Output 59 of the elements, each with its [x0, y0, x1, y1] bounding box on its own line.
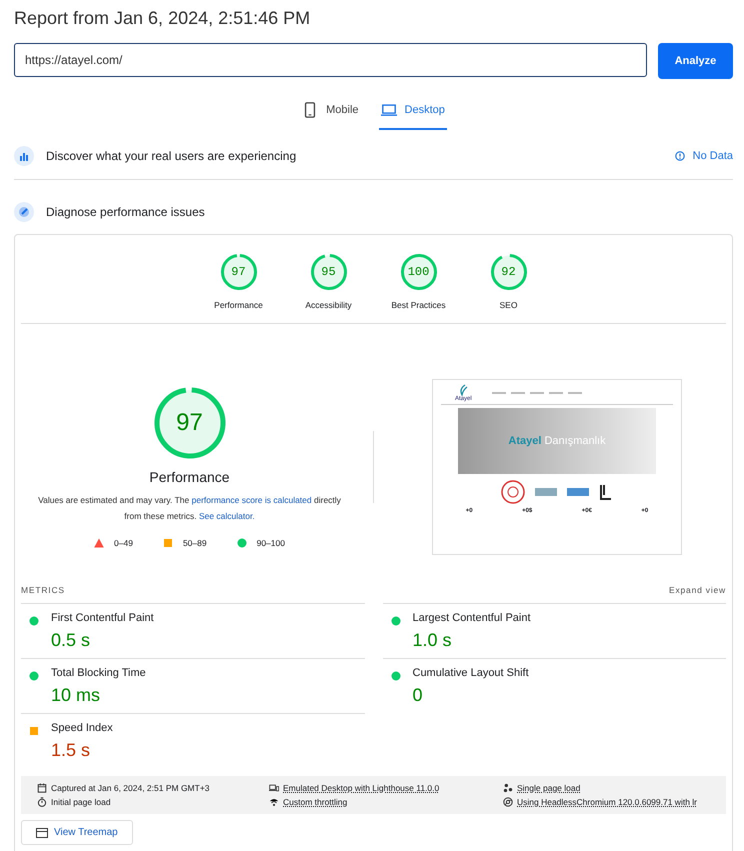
url-field[interactable]: https://atayel.com/ [14, 43, 647, 77]
metric-value: 10 ms [51, 685, 102, 706]
device-tab[interactable]: Mobile [300, 96, 361, 130]
section-heading: Discover what your real users are experiencing [46, 149, 298, 163]
info-icon [674, 151, 685, 161]
score-gauge-ring [220, 253, 258, 291]
score-gauge-ring [490, 253, 528, 291]
run-info-text: Emulated Desktop with Lighthouse 11.0.0 [283, 783, 440, 793]
run-info-text: Custom throttling [283, 797, 348, 807]
score-note: Values are estimated and may vary. The performance score is calculated directly from these metrics. See calculator. [37, 494, 342, 523]
calendar-icon [37, 783, 47, 793]
metric-value: 0 [412, 685, 424, 706]
metric-name: First Contentful Paint [51, 612, 155, 626]
metrics-heading: METRICS [21, 585, 65, 595]
report-title: Report from Jan 6, 2024, 2:51:46 PM [14, 8, 312, 30]
treemap-icon [36, 828, 48, 838]
analyze-button[interactable]: Analyze [658, 43, 733, 79]
metric-name: Largest Contentful Paint [412, 612, 532, 626]
metric-value: 0.5 s [51, 630, 92, 651]
score-number: 95 [321, 265, 336, 279]
browser-icon [503, 797, 513, 807]
metric-name: Total Blocking Time [51, 667, 147, 681]
legend-range: 50–89 [182, 538, 207, 548]
score-gauge-ring [310, 253, 348, 291]
timer-icon [37, 797, 47, 807]
laptop-icon [380, 102, 397, 118]
run-info-text: Captured at Jan 6, 2024, 2:51 PM GMT+3 [51, 783, 210, 793]
gauge-title: Performance [149, 469, 230, 485]
expand-view-link[interactable]: Expand view [669, 585, 726, 595]
metric-name: Cumulative Layout Shift [412, 667, 530, 681]
calculator-link[interactable]: See calculator. [198, 511, 255, 521]
legend-range: 90–100 [256, 538, 285, 548]
no-data-status: No Data [692, 150, 733, 162]
preview-banner: Atayel Danışmanlık [458, 408, 656, 474]
metric-value: 1.0 s [412, 630, 453, 651]
dots-icon [503, 783, 513, 793]
category-label: Performance [214, 300, 263, 310]
legend-range: 0–49 [114, 538, 133, 548]
wifi-icon [269, 797, 279, 807]
gauge-icon [14, 202, 34, 222]
run-info-text: Using HeadlessChromium 120.0.6099.71 with lr [517, 797, 698, 807]
category-label: SEO [500, 300, 518, 310]
metric-name: Speed Index [51, 722, 114, 736]
run-info-text: Initial page load [51, 797, 111, 807]
devices-icon [269, 783, 279, 793]
view-treemap-button[interactable]: View Treemap [21, 820, 133, 845]
section-heading: Diagnose performance issues [46, 205, 205, 219]
score-number: 97 [231, 265, 246, 279]
device-tab[interactable]: Desktop [378, 96, 447, 130]
score-gauge-ring [400, 253, 438, 291]
score-number: 97 [176, 409, 203, 437]
score-number: 100 [408, 265, 430, 279]
score-number: 92 [501, 265, 516, 279]
score-link[interactable]: performance score is calculated [192, 495, 312, 505]
run-info-text: Single page load [517, 783, 580, 793]
category-label: Accessibility [305, 300, 352, 310]
category-label: Best Practices [391, 300, 446, 310]
users-chart-icon [14, 146, 34, 166]
metric-value: 1.5 s [51, 740, 92, 761]
